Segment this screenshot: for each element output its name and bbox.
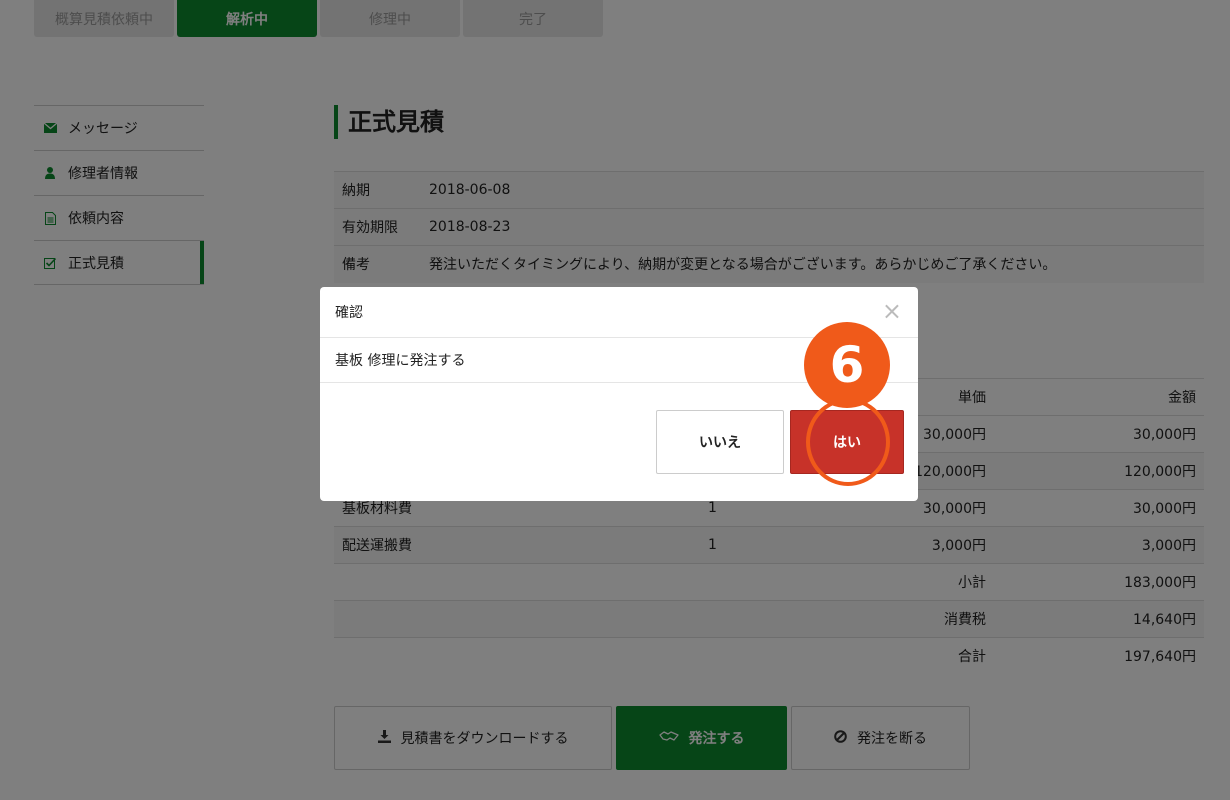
no-button[interactable]: いいえ — [656, 410, 784, 474]
yes-button[interactable]: はい — [790, 410, 904, 474]
dialog-body: 基板 修理に発注する — [320, 338, 918, 383]
dialog-header: 確認 × — [320, 287, 918, 338]
close-icon[interactable]: × — [882, 299, 902, 323]
dialog-footer: いいえ はい — [656, 410, 904, 474]
dialog-message: 基板 修理に発注する — [335, 353, 466, 369]
dialog-title: 確認 — [335, 305, 363, 321]
confirm-dialog: 確認 × 基板 修理に発注する いいえ はい — [320, 287, 918, 501]
